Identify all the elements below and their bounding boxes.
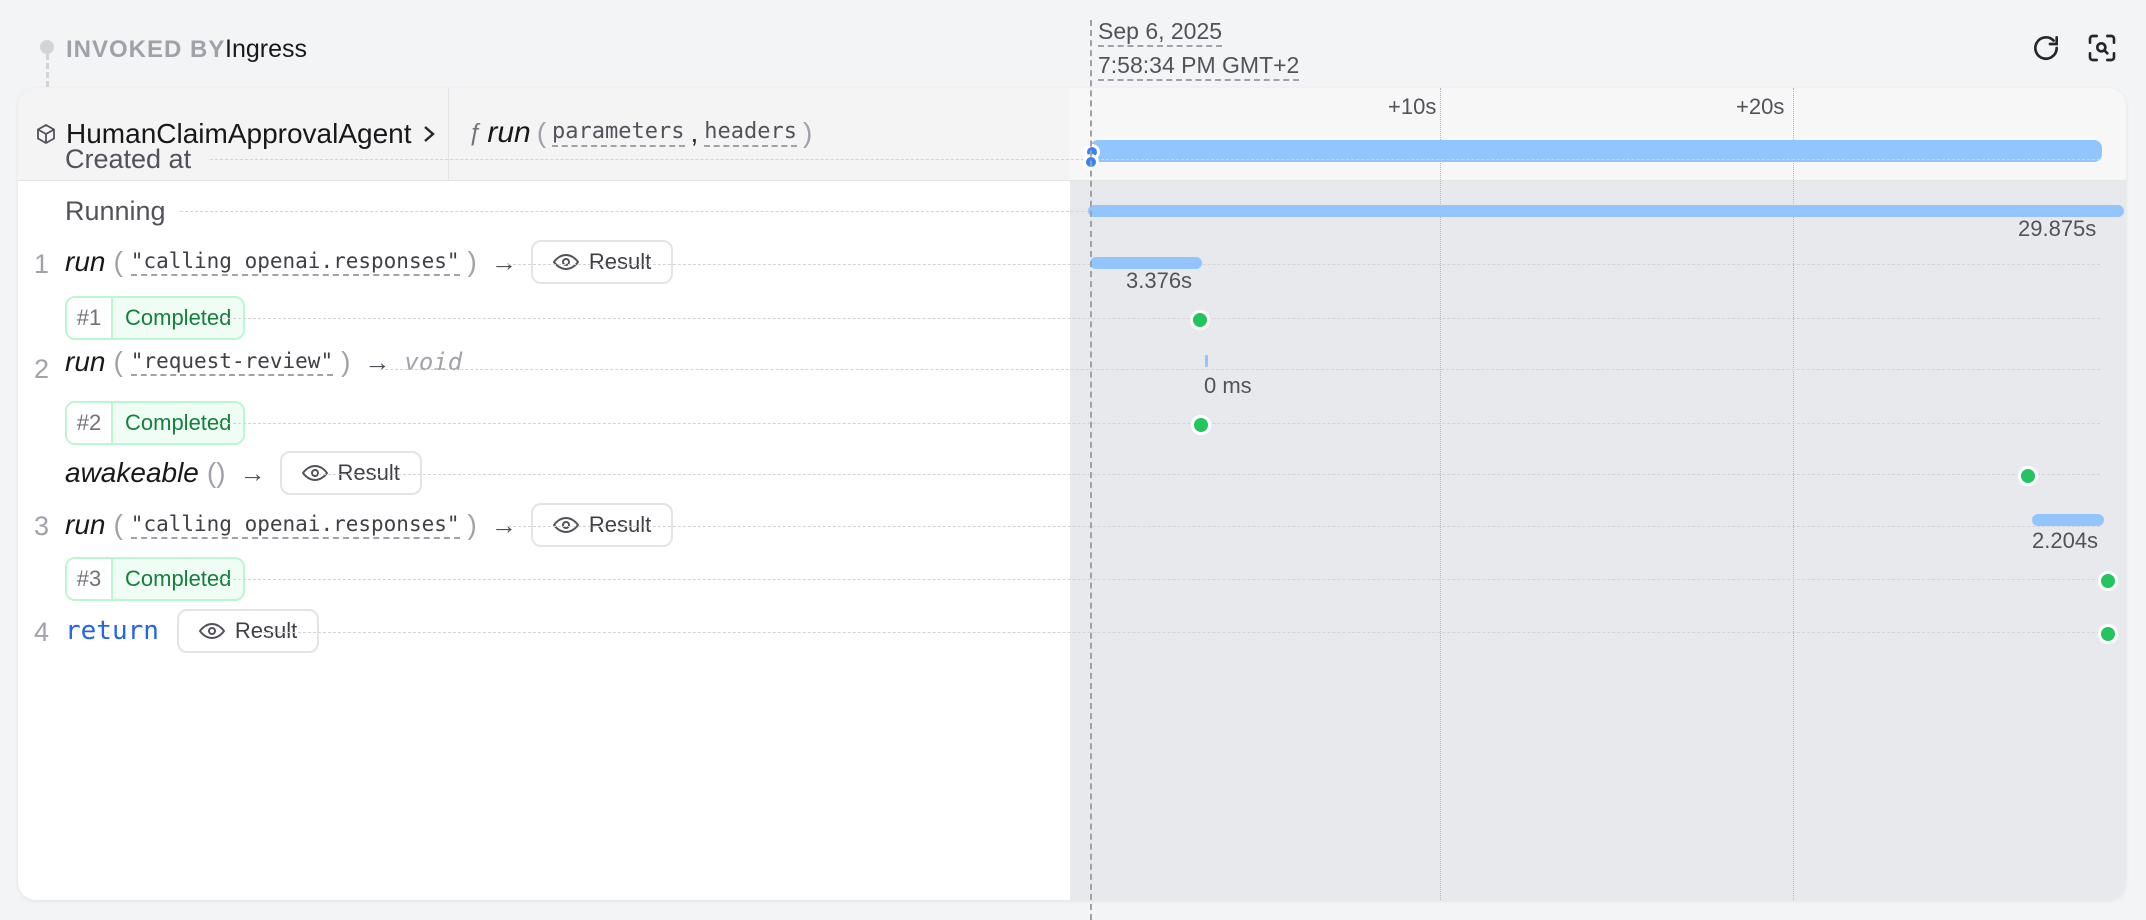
entry-arg[interactable]: "request-review" <box>130 348 334 376</box>
result-button[interactable]: Result <box>530 503 674 547</box>
result-button[interactable]: Result <box>176 609 320 653</box>
entry-fn-name: run <box>65 346 106 377</box>
paren-close: ) <box>467 509 477 540</box>
invoked-by-value[interactable]: Ingress <box>225 35 307 64</box>
paren-pair: () <box>206 457 226 488</box>
badge-number: #2 <box>67 403 113 443</box>
entry-arg[interactable]: "calling openai.responses" <box>130 248 460 276</box>
journal-entry-return: return Result <box>65 609 320 653</box>
entry-fn-name: run <box>65 246 106 277</box>
completed-marker-1[interactable] <box>1190 310 1210 330</box>
eye-icon <box>301 464 328 482</box>
eye-icon <box>552 253 579 271</box>
timestamp: Sep 6, 2025 7:58:34 PM GMT+2 <box>1098 14 1300 82</box>
step-number: 3 <box>34 511 50 541</box>
badge-line <box>218 579 2100 580</box>
paren-open: ( <box>113 246 123 277</box>
eye-icon <box>552 516 579 534</box>
paren-open: ( <box>536 117 547 148</box>
refresh-icon[interactable] <box>2026 28 2066 68</box>
tick-10s: +10s <box>1388 94 1437 119</box>
badge-line <box>218 318 2100 319</box>
invoked-dot <box>40 40 54 54</box>
step3-duration: 2.204s <box>2032 528 2099 553</box>
paren-close: ) <box>803 117 813 148</box>
journal-entry-1: run ( "calling openai.responses" ) → Res… <box>65 240 674 284</box>
completed-marker-2[interactable] <box>1191 415 1211 435</box>
entry-line <box>380 369 2100 370</box>
paren-open: ( <box>113 509 123 540</box>
handler-signature: ƒ run ( parameters , headers ) <box>468 116 812 150</box>
running-label: Running <box>65 196 166 226</box>
box-icon <box>37 123 55 145</box>
badge-line <box>218 423 2100 424</box>
step1-duration: 3.376s <box>1126 268 1193 293</box>
completed-marker-3[interactable] <box>2098 571 2118 591</box>
tick-20s: +20s <box>1736 94 1785 119</box>
paren-close: ) <box>467 246 477 277</box>
timestamp-time: 7:58:34 PM GMT+2 <box>1098 51 1300 81</box>
return-keyword: return <box>65 616 159 646</box>
badge-number: #1 <box>67 298 113 338</box>
result-label: Result <box>234 618 298 643</box>
timeline-header <box>1070 88 2126 180</box>
result-button[interactable]: Result <box>279 451 422 495</box>
header-row: HumanClaimApprovalAgent ƒ run ( paramete… <box>18 88 2126 181</box>
step2-duration: 0 ms <box>1204 373 1252 398</box>
badge-number: #3 <box>67 559 113 599</box>
arrow-right-icon: → <box>490 509 517 540</box>
function-icon: ƒ <box>468 119 482 146</box>
result-label: Result <box>588 249 652 274</box>
step3-duration-bar[interactable] <box>2032 514 2104 526</box>
param-parameters[interactable]: parameters <box>552 119 685 147</box>
result-label: Result <box>588 512 652 537</box>
created-at-line <box>210 159 2100 160</box>
created-at-label: Created at <box>65 144 192 174</box>
arrow-right-icon: → <box>490 246 517 277</box>
entry-fn-name: awakeable <box>65 457 199 488</box>
paren-open: ( <box>113 346 123 377</box>
arrow-right-icon: → <box>239 457 266 488</box>
handler-name: run <box>487 116 531 149</box>
step-number: 1 <box>34 249 50 279</box>
entry-fn-name: run <box>65 509 106 540</box>
result-label: Result <box>337 460 400 485</box>
journal-entry-2: run ( "request-review" ) → void <box>65 346 462 378</box>
invoked-by-label: INVOKED BY <box>66 36 226 63</box>
step-number: 2 <box>34 354 50 384</box>
journal-entry-awakeable: awakeable () → Result <box>65 451 422 495</box>
entry-line <box>508 264 2100 265</box>
eye-icon <box>198 622 225 640</box>
time-cursor-line <box>1090 20 1092 920</box>
running-bar[interactable] <box>1088 205 2124 217</box>
param-headers[interactable]: headers <box>704 119 797 147</box>
return-type-void: void <box>404 348 463 376</box>
running-duration: 29.875s <box>2018 216 2097 241</box>
param-comma: , <box>690 117 699 148</box>
paren-close: ) <box>341 346 351 377</box>
awakeable-marker[interactable] <box>2018 466 2038 486</box>
invocation-card: HumanClaimApprovalAgent ƒ run ( paramete… <box>18 88 2126 900</box>
entry-arg[interactable]: "calling openai.responses" <box>130 511 460 539</box>
entry-line <box>318 474 2100 475</box>
result-button[interactable]: Result <box>530 240 674 284</box>
timestamp-date: Sep 6, 2025 <box>1098 17 1223 47</box>
step-number: 4 <box>34 617 50 647</box>
entry-line <box>258 632 2100 633</box>
journal-entry-3: run ( "calling openai.responses" ) → Res… <box>65 503 674 547</box>
step2-duration-bar[interactable] <box>1205 355 1208 367</box>
entry-line <box>508 526 2100 527</box>
chevron-right-icon <box>424 126 435 142</box>
zoom-search-icon[interactable] <box>2082 28 2122 68</box>
arrow-right-icon: → <box>364 346 391 377</box>
return-marker[interactable] <box>2098 624 2118 644</box>
